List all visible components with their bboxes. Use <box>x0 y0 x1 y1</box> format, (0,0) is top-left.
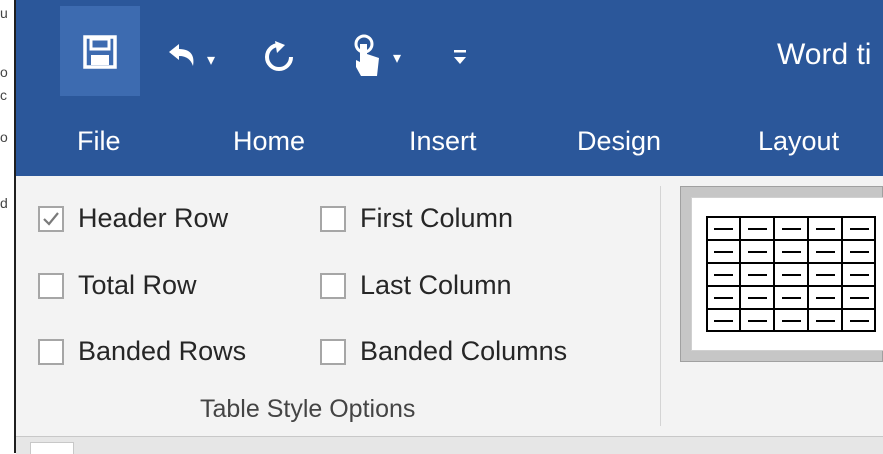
touch-mode-button[interactable]: ▾ <box>334 34 414 82</box>
group-separator <box>660 186 661 426</box>
redo-icon <box>261 39 297 80</box>
window-title: Word ti <box>777 38 872 71</box>
customize-qat-icon <box>452 46 468 73</box>
banded-rows-option[interactable]: Banded Rows <box>38 338 246 365</box>
table-style-preview <box>691 197 883 351</box>
save-button[interactable] <box>60 6 140 96</box>
first-column-label: First Column <box>360 203 514 233</box>
undo-icon <box>163 40 203 81</box>
tab-home[interactable]: Home <box>233 128 305 155</box>
total-row-label: Total Row <box>78 270 197 300</box>
tab-layout[interactable]: Layout <box>758 128 839 155</box>
total-row-checkbox[interactable] <box>38 272 64 299</box>
save-icon <box>78 32 122 72</box>
checkmark-icon <box>43 211 59 226</box>
banded-columns-label: Banded Columns <box>360 336 568 366</box>
last-column-checkbox[interactable] <box>320 272 346 299</box>
banded-rows-label: Banded Rows <box>78 336 247 366</box>
tab-design[interactable]: Design <box>577 128 661 155</box>
first-column-checkbox[interactable] <box>320 205 346 232</box>
banded-columns-checkbox[interactable] <box>320 338 346 365</box>
tab-file[interactable]: File <box>77 128 121 155</box>
undo-button[interactable]: ▾ <box>156 40 222 80</box>
first-column-option[interactable]: First Column <box>320 205 513 232</box>
header-row-label: Header Row <box>78 203 229 233</box>
tab-insert[interactable]: Insert <box>409 128 477 155</box>
touch-mode-dropdown-icon[interactable]: ▾ <box>393 48 401 68</box>
last-column-label: Last Column <box>360 270 512 300</box>
ruler-corner <box>30 442 74 454</box>
touch-mode-icon <box>347 34 385 83</box>
background-window-edge: u o c o d <box>0 0 16 453</box>
customize-qat-button[interactable] <box>448 44 472 74</box>
banded-rows-checkbox[interactable] <box>38 338 64 365</box>
document-area-edge <box>16 436 883 454</box>
last-column-option[interactable]: Last Column <box>320 272 512 299</box>
header-row-option[interactable]: Header Row <box>38 205 228 232</box>
undo-dropdown-icon[interactable]: ▾ <box>207 50 215 70</box>
header-row-checkbox[interactable] <box>38 205 64 232</box>
table-grid-icon <box>706 216 876 332</box>
redo-button[interactable] <box>258 38 300 80</box>
group-label-table-style-options: Table Style Options <box>200 395 416 423</box>
table-style-gallery-item[interactable] <box>680 186 883 362</box>
banded-columns-option[interactable]: Banded Columns <box>320 338 567 365</box>
total-row-option[interactable]: Total Row <box>38 272 197 299</box>
